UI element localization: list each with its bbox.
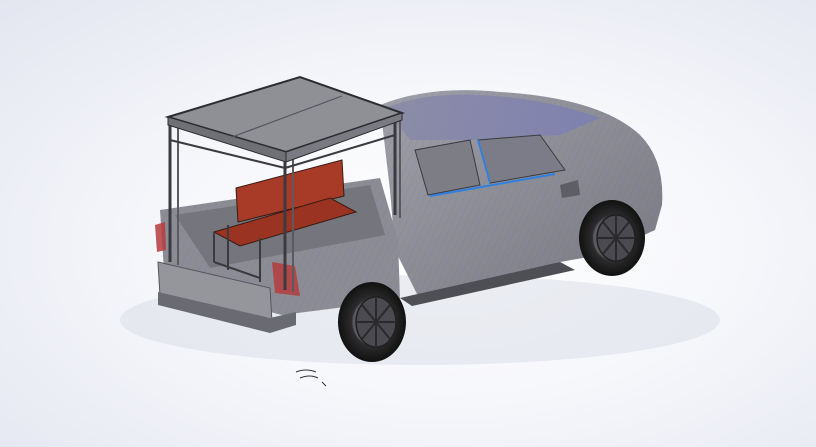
rear-wheel[interactable] — [338, 282, 406, 362]
left-taillight — [155, 222, 166, 252]
canopy-roof[interactable] — [164, 75, 406, 163]
front-wheel[interactable] — [579, 200, 645, 276]
cad-model-render[interactable] — [0, 0, 816, 447]
stray-edges — [295, 369, 327, 387]
cad-viewport[interactable] — [0, 0, 816, 447]
